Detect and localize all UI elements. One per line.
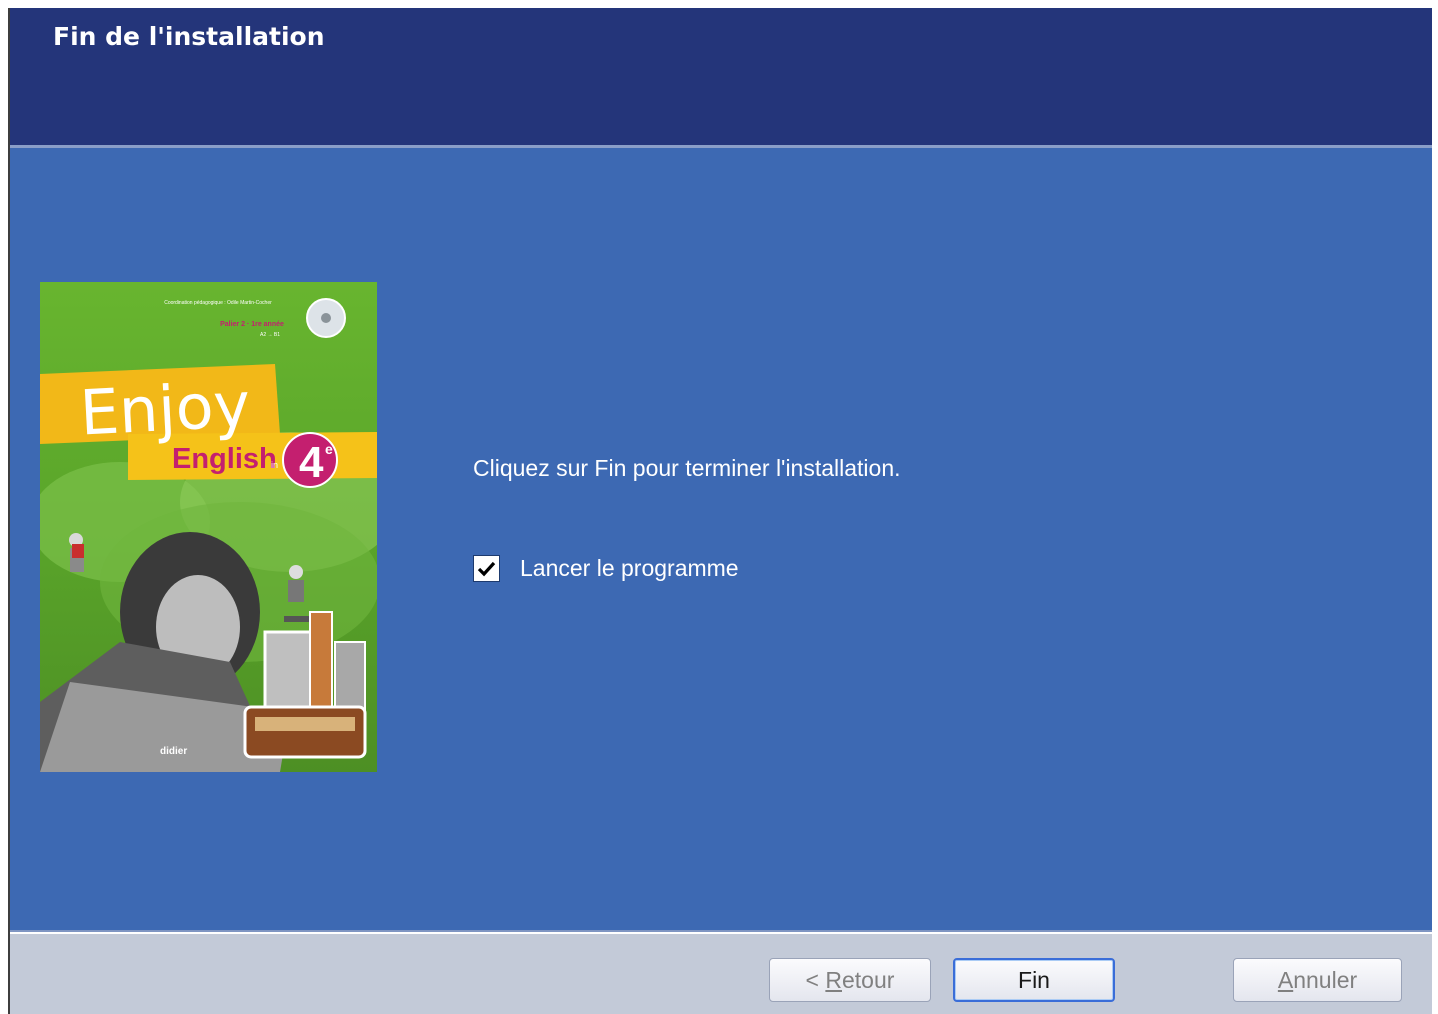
cancel-button[interactable]: Annuler (1233, 958, 1402, 1002)
back-button[interactable]: < Retour (769, 958, 931, 1002)
back-button-label: etour (842, 966, 895, 993)
cover-publisher: didier (160, 746, 187, 757)
window-right-margin (1432, 8, 1438, 1014)
launch-program-option[interactable]: Lancer le programme (473, 555, 739, 582)
wizard-footer: < Retour Fin Annuler (10, 934, 1432, 1014)
cancel-button-mnemonic: A (1277, 966, 1294, 993)
wizard-content: Coordination pédagogique : Odile Martin-… (10, 148, 1432, 930)
finish-message: Cliquez sur Fin pour terminer l'installa… (473, 455, 901, 481)
cover-subtitle-in: in (271, 460, 278, 470)
back-button-prefix: < (805, 966, 826, 993)
top-strip (0, 0, 1438, 8)
page-title: Fin de l'installation (53, 22, 325, 51)
checkmark-icon (477, 561, 496, 577)
cover-subtitle: English (172, 443, 277, 475)
back-button-mnemonic: R (825, 966, 842, 993)
launch-program-label: Lancer le programme (520, 555, 739, 581)
cancel-button-label: nnuler (1293, 966, 1358, 993)
cover-grade: 4 (299, 438, 324, 487)
cover-level: Palier 2 · 1re année (220, 321, 284, 328)
finish-button[interactable]: Fin (953, 958, 1115, 1002)
cover-level-sub: A2 → B1 (260, 332, 280, 338)
cover-grade-sup: e (325, 441, 333, 457)
launch-program-checkbox[interactable] (473, 555, 500, 582)
finish-button-label: Fin (1018, 966, 1050, 993)
cover-title: Enjoy (78, 368, 252, 450)
wizard-header: Fin de l'installation (10, 8, 1432, 145)
cover-credit: Coordination pédagogique : Odile Martin-… (164, 300, 272, 306)
product-cover-image: Coordination pédagogique : Odile Martin-… (40, 282, 377, 772)
